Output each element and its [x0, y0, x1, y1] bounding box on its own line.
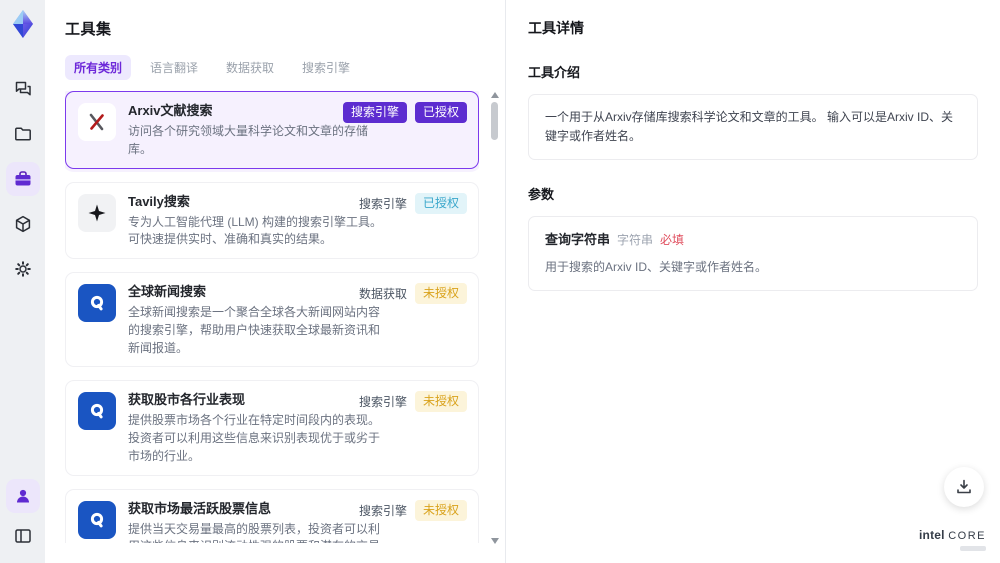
download-button[interactable] [944, 467, 984, 507]
param-description: 用于搜索的Arxiv ID、关键字或作者姓名。 [545, 260, 768, 275]
app-window: 工具集 所有类别 语言翻译 数据获取 搜索引擎 Arxiv文献搜索 访问各个研究… [0, 0, 1000, 563]
intel-core-logo: intel core [919, 527, 986, 551]
panel-toggle-icon[interactable] [6, 519, 40, 553]
param-required-flag: 必填 [660, 233, 685, 248]
app-logo-icon [8, 8, 38, 40]
status-badge: 已授权 [414, 192, 467, 214]
category-badge: 搜索引擎 [342, 102, 407, 123]
tool-detail-panel: 工具详情 工具介绍 一个用于从Arxiv存储库搜索科学论文和文章的工具。 输入可… [505, 0, 1000, 563]
status-badge: 未授权 [414, 283, 467, 304]
tab-search-engine[interactable]: 搜索引擎 [293, 55, 359, 80]
tool-name: 全球新闻搜索 [128, 284, 207, 299]
tab-language-translation[interactable]: 语言翻译 [141, 55, 207, 80]
left-rail [0, 0, 45, 563]
tools-panel: 工具集 所有类别 语言翻译 数据获取 搜索引擎 Arxiv文献搜索 访问各个研究… [45, 0, 505, 563]
param-type: 字符串 [617, 233, 654, 248]
tavily-star-icon [78, 193, 116, 232]
gear-icon[interactable] [6, 252, 40, 286]
status-badge: 已授权 [414, 102, 467, 123]
tool-description: 提供当天交易量最高的股票列表，投资者可以利用这些信息来识别流动性强的股票和潜在的… [128, 521, 381, 544]
package-icon[interactable] [6, 207, 40, 241]
tool-name: 获取市场最活跃股票信息 [128, 500, 272, 516]
category-label: 搜索引擎 [358, 503, 407, 518]
tool-card-tavily[interactable]: Tavily搜索 专为人工智能代理 (LLM) 构建的搜索引擎工具。可快速提供实… [65, 181, 479, 259]
category-label: 数据获取 [358, 287, 407, 301]
briefcase-icon-tools[interactable] [5, 162, 40, 196]
param-box: 查询字符串 字符串 必填 用于搜索的Arxiv ID、关键字或作者姓名。 [528, 216, 978, 292]
detail-title: 工具详情 [528, 20, 584, 36]
tab-data-fetching[interactable]: 数据获取 [217, 55, 283, 80]
intro-heading: 工具介绍 [528, 65, 581, 80]
tool-card-sector-performance[interactable]: 获取股市各行业表现 提供股票市场各个行业在特定时间段内的表现。投资者可以利用这些… [65, 380, 479, 476]
rail-nav [5, 72, 40, 286]
list-scrollbar [490, 90, 499, 548]
scrollbar-thumb[interactable] [491, 102, 498, 140]
page-title: 工具集 [65, 21, 112, 38]
news-service-logo-icon [78, 284, 116, 322]
tool-card-most-active-stocks[interactable]: 获取市场最活跃股票信息 提供当天交易量最高的股票列表，投资者可以利用这些信息来识… [65, 488, 479, 544]
scrollbar-down-arrow[interactable] [491, 538, 499, 544]
tool-description: 全球新闻搜索是一个聚合全球各大新闻网站内容的搜索引擎，帮助用户快速获取全球最新资… [128, 305, 381, 355]
category-tabs: 所有类别 语言翻译 数据获取 搜索引擎 [65, 55, 505, 80]
finance-service-logo-icon [78, 500, 116, 539]
tool-card-global-news[interactable]: 全球新闻搜索 全球新闻搜索是一个聚合全球各大新闻网站内容的搜索引擎，帮助用户快速… [65, 272, 479, 368]
tool-name: 获取股市各行业表现 [128, 392, 246, 408]
status-badge: 未授权 [414, 391, 467, 413]
tool-description: 提供股票市场各个行业在特定时间段内的表现。投资者可以利用这些信息来识别表现优于或… [128, 413, 381, 463]
intro-text: 一个用于从Arxiv存储库搜索科学论文和文章的工具。 输入可以是Arxiv ID… [545, 110, 954, 144]
scrollbar-up-arrow[interactable] [491, 92, 499, 98]
chat-icon[interactable] [6, 72, 40, 106]
intel-wordmark: intel [919, 528, 945, 542]
arxiv-logo-icon [78, 103, 116, 141]
core-wordmark: core [948, 530, 986, 542]
params-heading: 参数 [528, 187, 555, 203]
param-name: 查询字符串 [545, 232, 611, 248]
tool-description: 访问各个研究领域大量科学论文和文章的存储库。 [128, 124, 369, 156]
tool-description: 专为人工智能代理 (LLM) 构建的搜索引擎工具。可快速提供实时、准确和真实的结… [128, 214, 383, 247]
tool-list: Arxiv文献搜索 访问各个研究领域大量科学论文和文章的存储库。 搜索引擎 已授… [65, 91, 479, 543]
tool-card-arxiv[interactable]: Arxiv文献搜索 访问各个研究领域大量科学论文和文章的存储库。 搜索引擎 已授… [65, 91, 479, 169]
category-label: 搜索引擎 [358, 196, 407, 211]
intel-core-sub-badge [960, 546, 986, 551]
tab-all-categories[interactable]: 所有类别 [65, 55, 132, 80]
user-icon[interactable] [5, 479, 40, 513]
category-label: 搜索引擎 [358, 395, 407, 410]
rail-bottom [5, 479, 40, 553]
tool-name: Tavily搜索 [128, 193, 190, 209]
intro-box: 一个用于从Arxiv存储库搜索科学论文和文章的工具。 输入可以是Arxiv ID… [528, 94, 978, 161]
finance-service-logo-icon [78, 392, 116, 431]
status-badge: 未授权 [414, 499, 467, 521]
folder-icon[interactable] [6, 117, 40, 151]
